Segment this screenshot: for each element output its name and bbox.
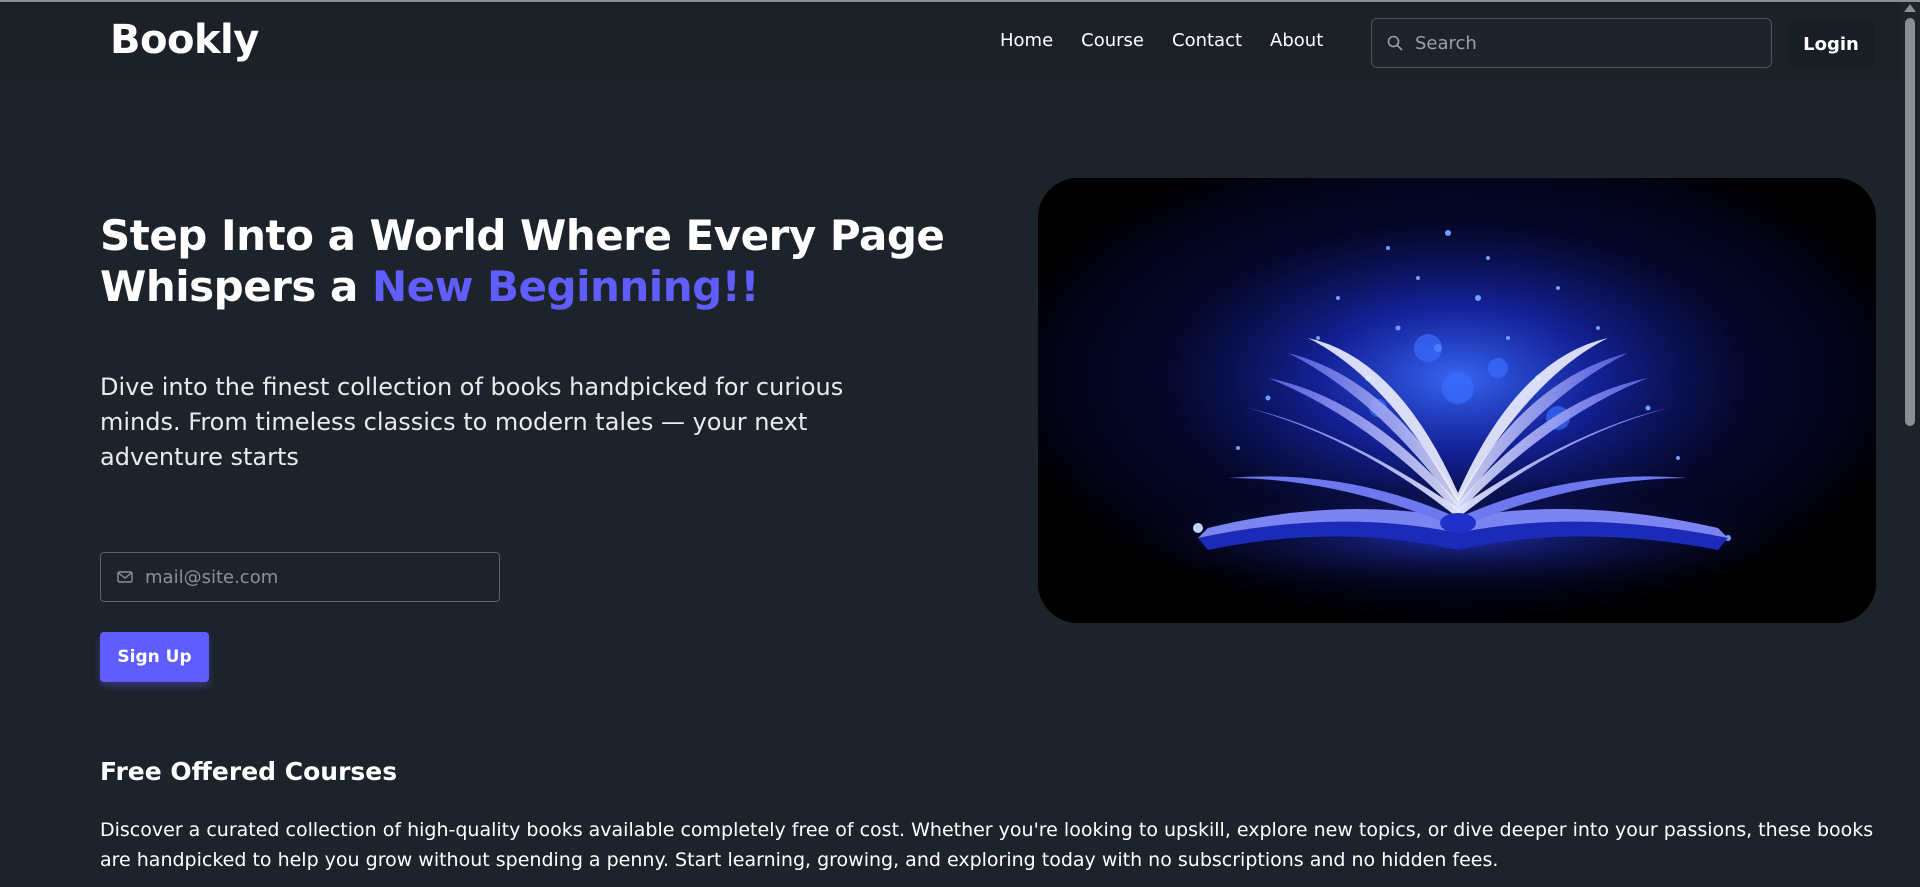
search-box[interactable] — [1371, 18, 1772, 68]
email-field[interactable] — [143, 565, 483, 589]
search-input[interactable] — [1413, 31, 1753, 55]
navbar: Bookly Home Course Contact About Login — [0, 2, 1900, 82]
signup-button[interactable]: Sign Up — [100, 632, 209, 682]
nav-links: Home Course Contact About — [1000, 30, 1323, 51]
scrollbar-thumb[interactable] — [1905, 18, 1915, 426]
nav-link-course[interactable]: Course — [1081, 30, 1144, 51]
mail-icon — [117, 570, 133, 584]
hero-description: Dive into the finest collection of books… — [100, 373, 844, 471]
scroll-up-arrow-icon[interactable] — [1904, 4, 1916, 12]
hero-title: Step Into a World Where Every Page Whisp… — [100, 210, 980, 312]
nav-link-home[interactable]: Home — [1000, 30, 1053, 51]
glowing-open-book-image — [1038, 178, 1876, 623]
courses-section-description: Discover a curated collection of high-qu… — [100, 819, 1874, 871]
search-icon — [1387, 35, 1403, 51]
courses-section-title: Free Offered Courses — [100, 757, 398, 786]
nav-link-contact[interactable]: Contact — [1172, 30, 1242, 51]
email-field-box[interactable] — [100, 552, 500, 602]
login-button[interactable]: Login — [1788, 20, 1874, 68]
nav-link-about[interactable]: About — [1270, 30, 1323, 51]
brand-logo[interactable]: Bookly — [110, 17, 259, 63]
hero-title-accent: New Beginning!! — [371, 262, 760, 311]
